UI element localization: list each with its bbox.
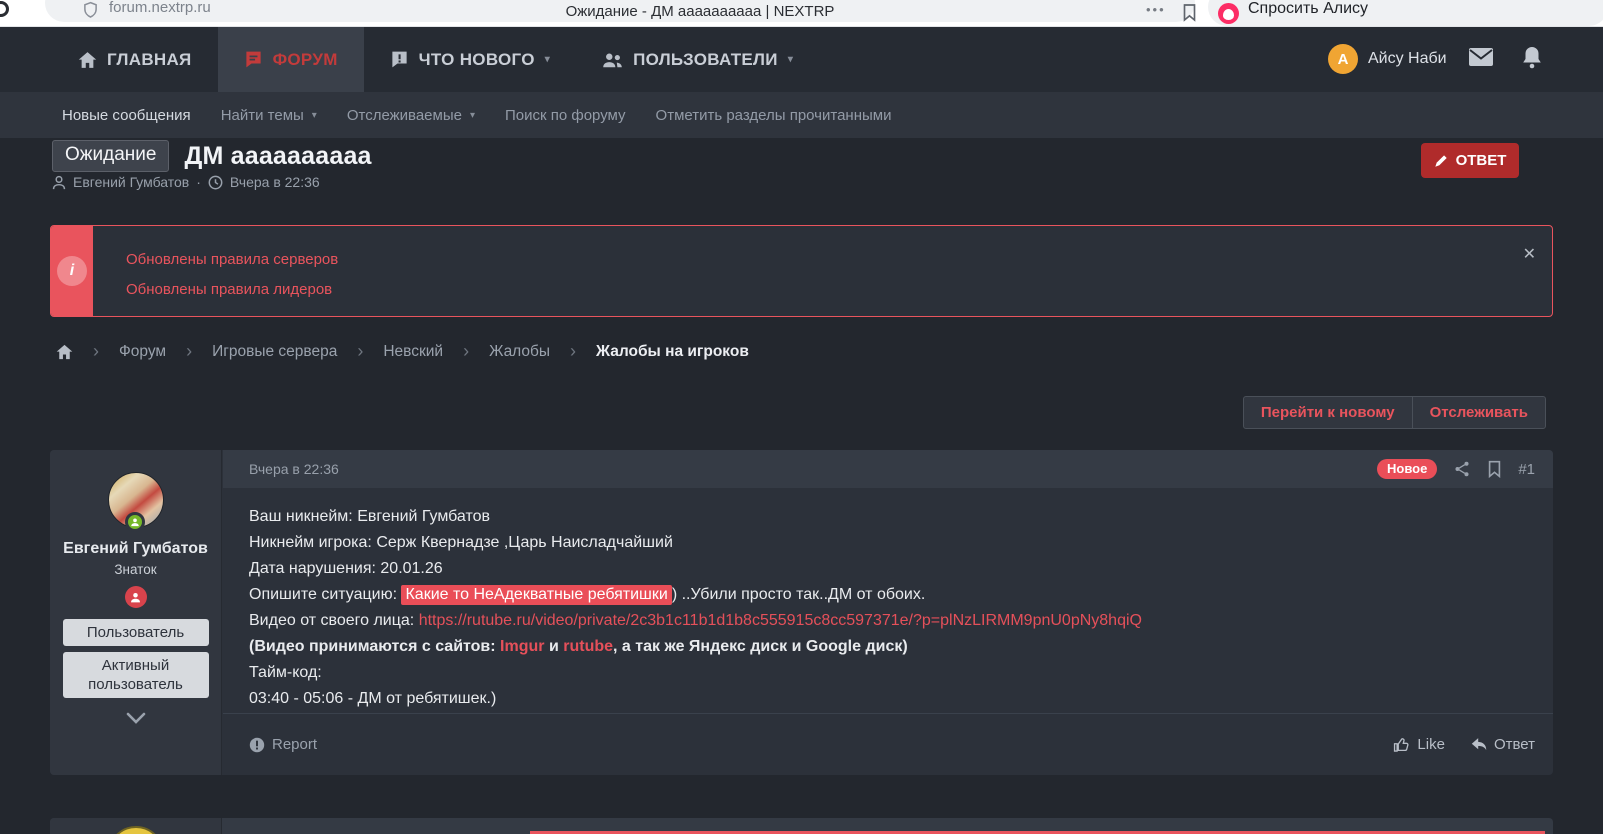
bookmark-page-icon[interactable]	[1182, 3, 1197, 22]
post-footer: Report Like Ответ	[223, 713, 1553, 775]
thread-author-link[interactable]: Евгений Гумбатов	[73, 174, 189, 190]
author-rank: Знаток	[114, 562, 157, 577]
person-icon	[52, 175, 66, 190]
post-author-panel: Евгений Гумбатов Знаток Пользователь Акт…	[50, 450, 222, 775]
user-avatar[interactable]: А	[1328, 44, 1358, 74]
user-name[interactable]: Айсу Наби	[1368, 50, 1447, 68]
rutube-link[interactable]: rutube	[563, 638, 613, 655]
alisa-icon	[1218, 3, 1239, 24]
subnav-new-posts[interactable]: Новые сообщения	[62, 107, 191, 124]
author-banner-user: Пользователь	[62, 619, 209, 646]
thread-meta: Евгений Гумбатов · Вчера в 22:36	[52, 174, 320, 190]
author-avatar	[108, 826, 164, 834]
subnav-watched[interactable]: Отслеживаемые ▾	[347, 107, 475, 124]
post-line: Ваш никнейм: Евгений Гумбатов	[249, 508, 491, 525]
notice-link-server-rules[interactable]: Обновлены правила серверов	[126, 245, 338, 275]
notice-link-leader-rules[interactable]: Обновлены правила лидеров	[126, 275, 338, 305]
like-button[interactable]: Like	[1393, 736, 1445, 753]
post-line: Опишите ситуацию: Какие то НеАдекватные …	[249, 585, 926, 605]
pencil-icon	[1434, 154, 1448, 168]
site-security-icon[interactable]	[83, 1, 98, 18]
breadcrumb-forum[interactable]: Форум	[119, 343, 166, 361]
post-line: 03:40 - 05:06 - ДМ от ребятишек.)	[249, 690, 497, 707]
thread-actions: Перейти к новому Отслеживать	[1242, 396, 1546, 429]
reply-arrow-icon	[1471, 737, 1487, 752]
report-button[interactable]: Report	[249, 736, 317, 753]
nav-forum[interactable]: ФОРУМ	[217, 27, 364, 92]
expand-author-chevron-icon[interactable]	[125, 711, 147, 725]
watch-thread-button[interactable]: Отслеживать	[1411, 397, 1545, 428]
post-main: Вчера в 22:36 Новое #1 Ваш никнейм: Евге…	[223, 450, 1553, 775]
notifications-icon[interactable]	[1521, 45, 1543, 69]
jump-to-new-button[interactable]: Перейти к новому	[1244, 397, 1412, 428]
post-line: (Видео принимаются с сайтов: Imgur и rut…	[249, 638, 908, 655]
chevron-down-icon: ▾	[469, 109, 475, 121]
browser-fragment	[0, 1, 9, 17]
share-icon[interactable]	[1453, 460, 1471, 478]
messages-icon[interactable]	[1468, 47, 1494, 67]
thread-status-badge[interactable]: Ожидание	[52, 140, 170, 172]
post-author-panel	[50, 818, 222, 834]
post-line: Тайм-код:	[249, 664, 322, 681]
breadcrumb-game-servers[interactable]: Игровые сервера	[212, 343, 337, 361]
notice-banner: i Обновлены правила серверов Обновлены п…	[50, 225, 1553, 317]
post-number-link[interactable]: #1	[1518, 461, 1535, 478]
home-icon	[78, 51, 97, 69]
post-line: Никнейм игрока: Серж Квернадзе ,Царь Наи…	[249, 534, 673, 551]
close-icon[interactable]: ✕	[1523, 244, 1536, 264]
clock-icon	[208, 175, 223, 190]
thread-title: ДМ аааааааааа	[184, 141, 372, 170]
nav-home[interactable]: ГЛАВНАЯ	[52, 27, 218, 92]
whats-new-icon	[390, 50, 409, 69]
thumb-up-icon	[1393, 736, 1410, 753]
sub-nav: Новые сообщения Найти темы ▾ Отслеживаемы…	[0, 92, 1603, 138]
author-banner-active-user: Активный пользователь	[62, 652, 209, 698]
subnav-mark-read[interactable]: Отметить разделы прочитанными	[656, 107, 892, 124]
subnav-find-threads[interactable]: Найти темы ▾	[221, 107, 317, 124]
thread-date-link[interactable]: Вчера в 22:36	[230, 174, 320, 190]
chevron-down-icon: ▾	[311, 109, 317, 121]
thread-header: Ожидание ДМ аааааааааа	[52, 140, 372, 172]
highlighted-text: Какие то НеАдекватные ребятишки	[401, 585, 672, 605]
browser-menu-icon[interactable]: •••	[1146, 2, 1166, 17]
chevron-down-icon: ▾	[544, 54, 551, 65]
breadcrumb-complaints[interactable]: Жалобы	[489, 343, 550, 361]
post-header: Вчера в 22:36 Новое #1	[223, 450, 1553, 488]
nav-whats-new[interactable]: ЧТО НОВОГО ▾	[364, 27, 576, 92]
author-name-link[interactable]: Евгений Гумбатов	[63, 540, 208, 558]
breadcrumb-player-complaints[interactable]: Жалобы на игроков	[596, 343, 749, 361]
subnav-search-forum[interactable]: Поиск по форуму	[505, 107, 626, 124]
notice-accent-strip: i	[51, 226, 93, 316]
browser-bar: forum.nextrp.ru Ожидание - ДМ аааааааааа…	[0, 0, 1603, 27]
report-icon	[249, 737, 265, 753]
post-timestamp-link[interactable]: Вчера в 22:36	[249, 461, 339, 477]
nav-users[interactable]: ПОЛЬЗОВАТЕЛИ ▾	[576, 27, 819, 92]
url-text: forum.nextrp.ru	[109, 0, 211, 16]
post-line: Дата нарушения: 20.01.26	[249, 560, 443, 577]
post-1: Евгений Гумбатов Знаток Пользователь Акт…	[50, 450, 1553, 775]
online-status-icon	[124, 512, 145, 532]
tab-title: Ожидание - ДМ аааааааааа | NEXTRP	[565, 3, 835, 20]
breadcrumb-nevsky[interactable]: Невский	[383, 343, 443, 361]
reply-post-button[interactable]: Ответ	[1471, 736, 1535, 753]
info-icon: i	[57, 256, 87, 286]
post-2-partial	[50, 818, 1553, 834]
bookmark-icon[interactable]	[1487, 460, 1502, 478]
imgur-link[interactable]: Imgur	[500, 638, 544, 655]
ask-alisa-button[interactable]: Спросить Алису	[1208, 0, 1603, 26]
users-icon	[602, 51, 623, 69]
breadcrumb-home-icon[interactable]	[56, 344, 73, 360]
nav-user-area: А Айсу Наби	[1328, 44, 1588, 76]
reply-button[interactable]: ОТВЕТ	[1421, 143, 1519, 178]
post-line: Видео от своего лица: https://rutube.ru/…	[249, 612, 1142, 629]
role-badge-icon	[124, 586, 147, 608]
breadcrumb: › Форум › Игровые сервера › Невский › Жа…	[56, 341, 749, 362]
forum-icon	[244, 50, 263, 69]
chevron-down-icon: ▾	[787, 54, 794, 65]
rutube-video-link[interactable]: https://rutube.ru/video/private/2c3b1c11…	[419, 612, 1142, 629]
post-body: Ваш никнейм: Евгений Гумбатов Никнейм иг…	[223, 488, 1553, 712]
new-badge: Новое	[1376, 459, 1438, 479]
